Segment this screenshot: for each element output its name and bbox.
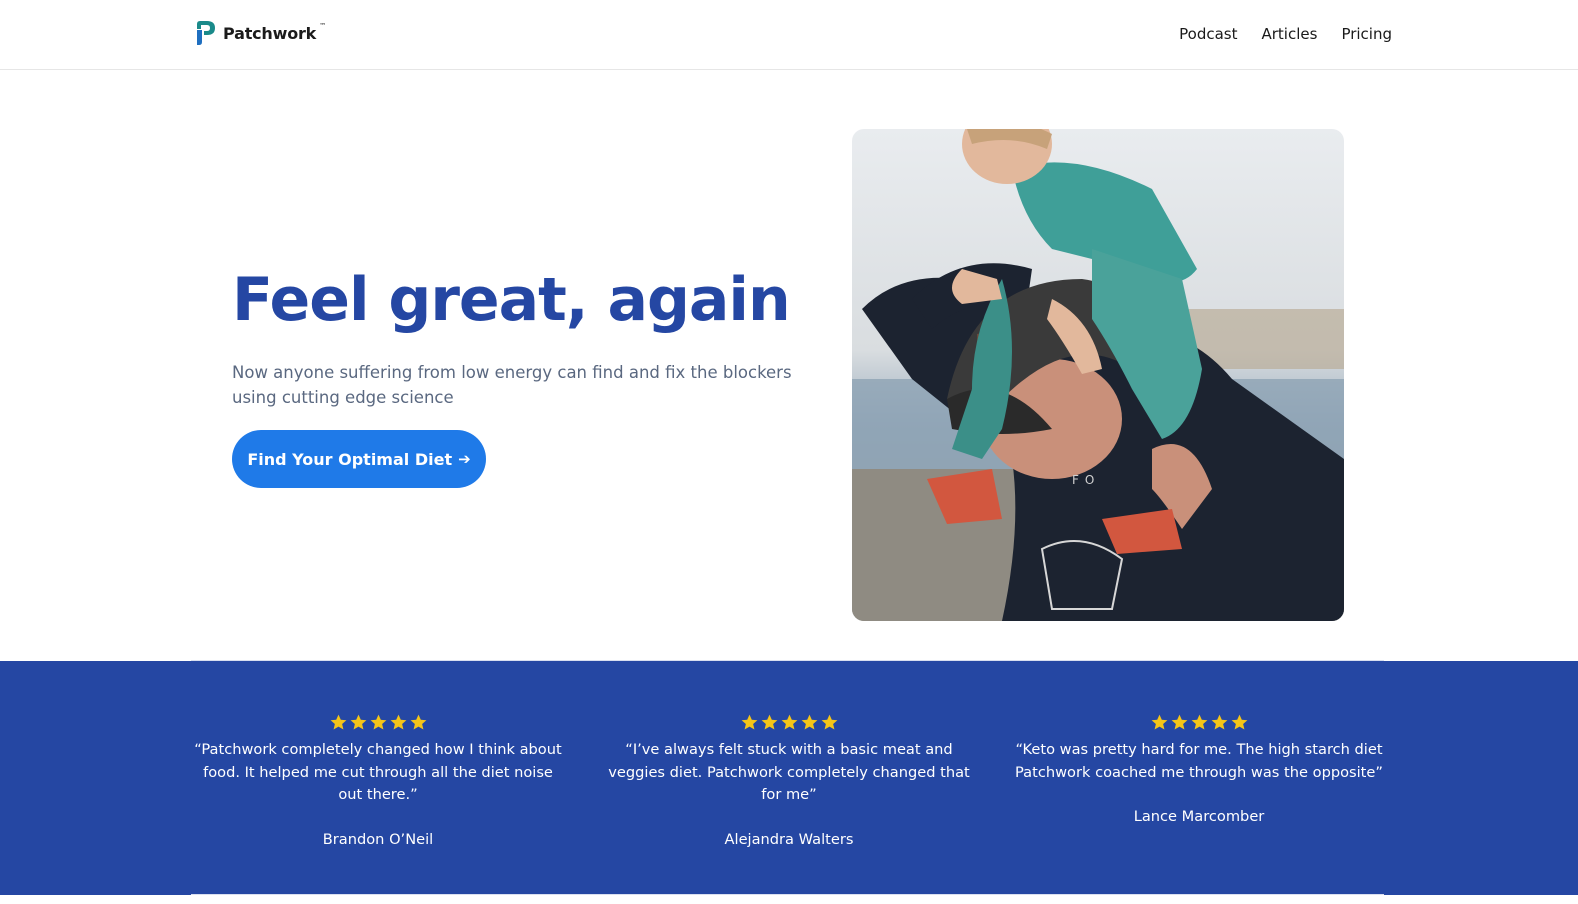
- find-optimal-diet-button[interactable]: Find Your Optimal Diet ➔: [232, 430, 486, 488]
- star-icon: [781, 714, 797, 730]
- main-nav: Podcast Articles Pricing: [1179, 24, 1392, 44]
- svg-text:FO: FO: [1072, 473, 1100, 487]
- star-icon: [821, 714, 837, 730]
- hero-photo: FO: [852, 129, 1344, 621]
- star-icon: [350, 714, 366, 730]
- star-icon: [370, 714, 386, 730]
- star-rating: [599, 713, 979, 733]
- testimonial-author: Alejandra Walters: [724, 830, 854, 848]
- star-icon: [410, 714, 426, 730]
- testimonial-author: Lance Marcomber: [1133, 808, 1265, 825]
- star-icon: [741, 714, 757, 730]
- star-icon: [390, 714, 406, 730]
- star-icon: [801, 714, 817, 730]
- star-icon: [1171, 714, 1187, 730]
- testimonial-card: “I’ve always felt stuck with a basic mea…: [599, 713, 979, 848]
- nav-link-podcast[interactable]: Podcast: [1179, 24, 1237, 44]
- star-icon: [1211, 714, 1227, 730]
- star-rating: [188, 713, 568, 733]
- testimonial-card: “Patchwork completely changed how I thin…: [188, 713, 568, 848]
- testimonial-quote: “Keto was pretty hard for me. The high s…: [1015, 741, 1383, 781]
- cta-label: Find Your Optimal Diet: [247, 449, 453, 469]
- testimonial-quote: “I’ve always felt stuck with a basic mea…: [608, 741, 970, 803]
- nav-link-pricing[interactable]: Pricing: [1341, 24, 1392, 44]
- star-icon: [1231, 714, 1247, 730]
- testimonial-author: Brandon O’Neil: [322, 830, 434, 848]
- star-icon: [1151, 714, 1167, 730]
- star-icon: [330, 714, 346, 730]
- testimonial-quote: “Patchwork completely changed how I thin…: [194, 741, 562, 803]
- hero-title: Feel great, again: [232, 265, 791, 335]
- hero-subtitle: Now anyone suffering from low energy can…: [232, 363, 792, 407]
- star-icon: [761, 714, 777, 730]
- patchwork-logo-icon: [197, 21, 215, 45]
- band-divider-bottom: [191, 894, 1384, 895]
- site-header: Patchwork ™ Podcast Articles Pricing: [0, 0, 1578, 70]
- father-child-photo-illustration: FO: [852, 129, 1344, 621]
- testimonial-card: “Keto was pretty hard for me. The high s…: [1009, 713, 1389, 825]
- star-rating: [1009, 713, 1389, 733]
- brand-logo[interactable]: Patchwork ™: [195, 20, 329, 46]
- brand-name: Patchwork: [223, 23, 317, 43]
- star-icon: [1191, 714, 1207, 730]
- trademark-mark: ™: [319, 22, 327, 30]
- nav-link-articles[interactable]: Articles: [1262, 24, 1318, 44]
- arrow-right-icon: ➔: [458, 450, 471, 468]
